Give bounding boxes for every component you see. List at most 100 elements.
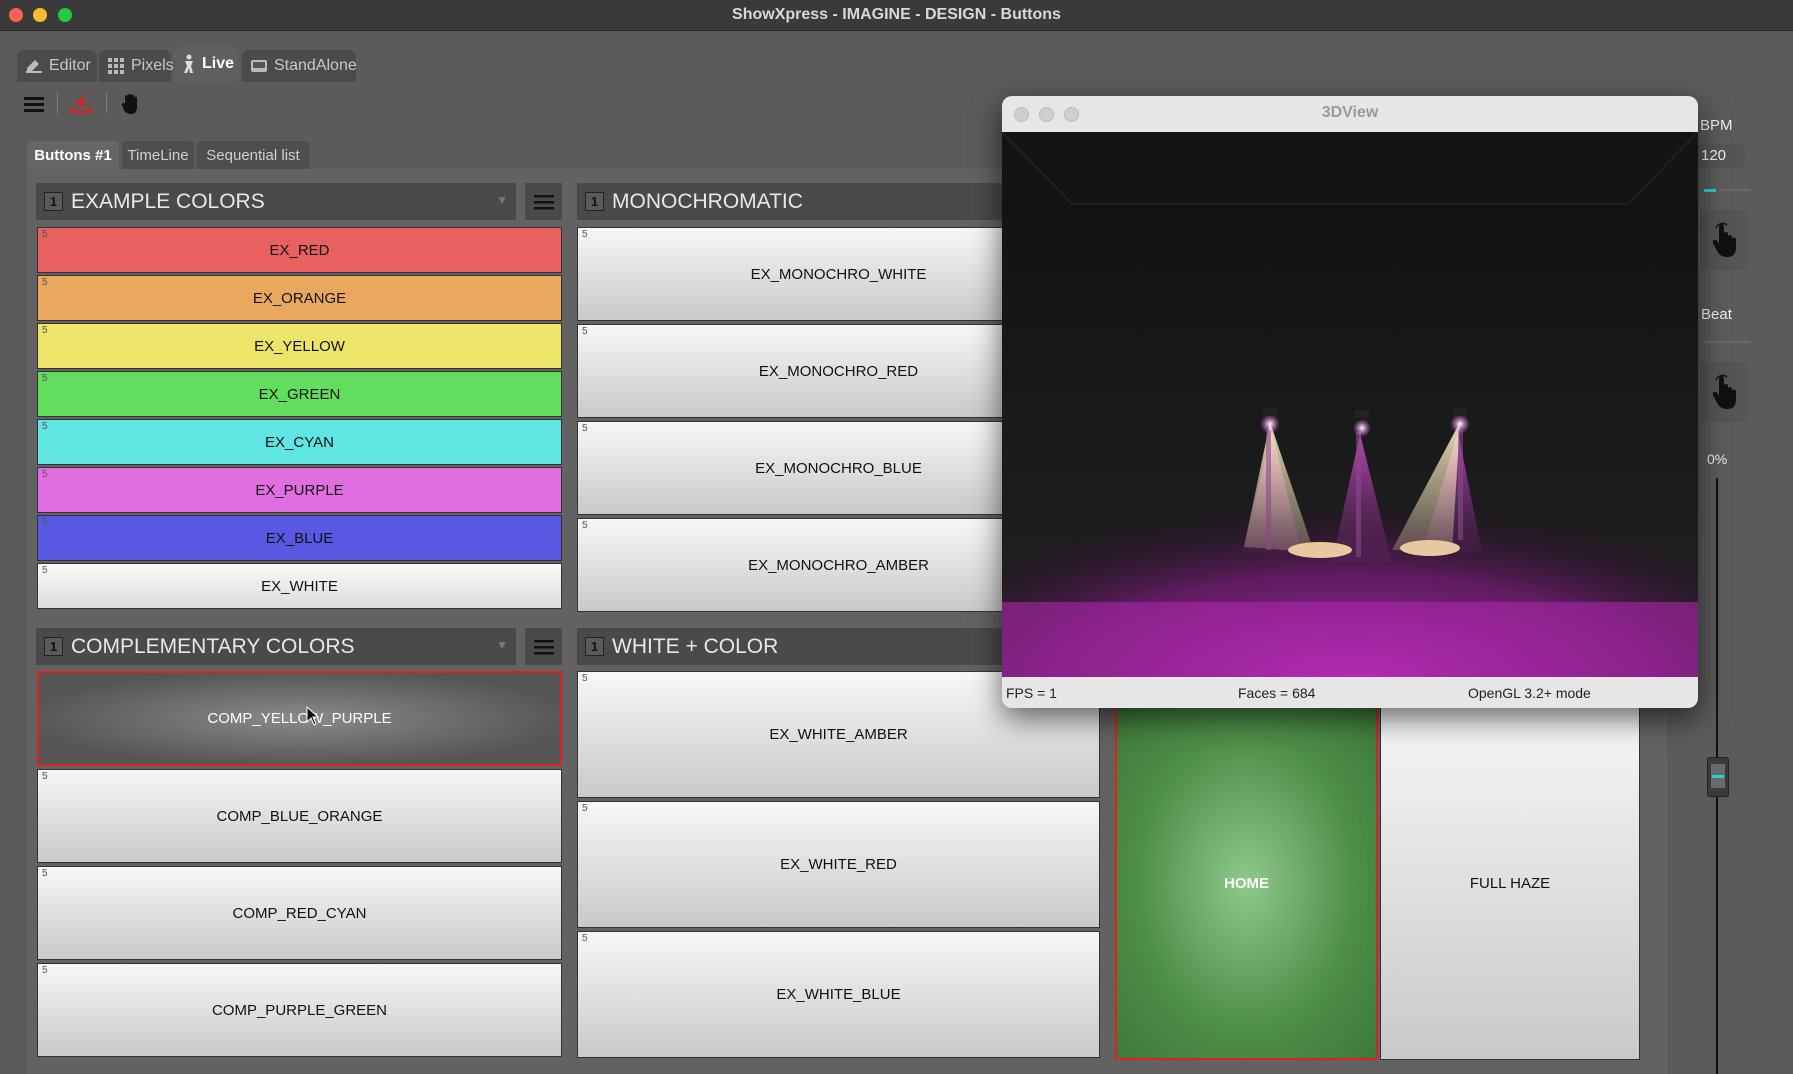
group-menu-button[interactable] bbox=[525, 628, 562, 665]
button-label: EX_PURPLE bbox=[255, 481, 344, 499]
pixels-grid-icon bbox=[108, 58, 124, 74]
button-corner-mark: 5 bbox=[42, 421, 48, 432]
download-icon[interactable] bbox=[68, 91, 94, 117]
bpm-input[interactable]: 120 bbox=[1697, 144, 1745, 168]
button-corner-mark: 5 bbox=[42, 373, 48, 384]
bpm-value: 120 bbox=[1701, 147, 1727, 164]
button-label: EX_WHITE_AMBER bbox=[769, 726, 908, 743]
color-button-ex-white[interactable]: 5 EX_WHITE bbox=[37, 563, 562, 609]
button-comp-red-cyan[interactable]: 5 COMP_RED_CYAN bbox=[37, 866, 562, 960]
button-corner-mark: 5 bbox=[42, 517, 48, 528]
button-ex-white-red[interactable]: 5 EX_WHITE_RED bbox=[577, 801, 1100, 928]
render-mode-readout: OpenGL 3.2+ mode bbox=[1468, 684, 1591, 701]
button-label: EX_CYAN bbox=[265, 433, 334, 451]
group-title: COMPLEMENTARY COLORS bbox=[71, 634, 355, 658]
color-button-ex-yellow[interactable]: 5 EX_YELLOW bbox=[37, 323, 562, 369]
3d-view-window[interactable]: 3DView FPS = 1 Faces = 684 OpenGL 3.2+ m… bbox=[1002, 96, 1698, 708]
toolbar-divider bbox=[57, 92, 58, 114]
button-corner-mark: 5 bbox=[42, 277, 48, 288]
beat-indicator-track bbox=[1704, 341, 1750, 343]
3d-stage-scene bbox=[1002, 132, 1698, 677]
subtab-timeline[interactable]: TimeLine bbox=[122, 141, 194, 169]
button-label: HOME bbox=[1224, 874, 1269, 892]
button-label: EX_WHITE bbox=[261, 577, 338, 595]
editor-icon bbox=[26, 60, 42, 73]
tap-bpm-button[interactable] bbox=[1700, 210, 1748, 270]
hamburger-menu-icon[interactable] bbox=[21, 91, 47, 117]
window-title: ShowXpress - IMAGINE - DESIGN - Buttons bbox=[732, 6, 1061, 23]
color-button-ex-cyan[interactable]: 5 EX_CYAN bbox=[37, 419, 562, 465]
button-full-haze[interactable]: FULL HAZE bbox=[1380, 706, 1640, 1060]
tab-editor-label: Editor bbox=[49, 57, 91, 74]
button-label: EX_RED bbox=[269, 241, 330, 259]
button-corner-mark: 5 bbox=[43, 674, 49, 685]
button-label: COMP_RED_CYAN bbox=[232, 904, 367, 922]
3d-view-status-bar: FPS = 1 Faces = 684 OpenGL 3.2+ mode bbox=[1002, 677, 1698, 708]
group-menu-button[interactable] bbox=[525, 183, 562, 220]
button-corner-mark: 5 bbox=[582, 933, 588, 944]
tap-hand-icon bbox=[1712, 222, 1736, 257]
chevron-down-icon[interactable]: ▼ bbox=[496, 638, 508, 652]
button-label: EX_MONOCHRO_AMBER bbox=[748, 556, 929, 574]
group-number: 1 bbox=[44, 637, 63, 656]
tab-live[interactable]: Live bbox=[174, 46, 239, 82]
master-fader-handle[interactable] bbox=[1707, 757, 1729, 797]
button-ex-white-blue[interactable]: 5 EX_WHITE_BLUE bbox=[577, 931, 1100, 1058]
group-title: MONOCHROMATIC bbox=[612, 189, 803, 213]
subtab-sequential-list[interactable]: Sequential list bbox=[197, 141, 309, 169]
master-percent: 0% bbox=[1707, 451, 1728, 467]
button-corner-mark: 5 bbox=[582, 326, 588, 337]
beat-label: Beat bbox=[1701, 306, 1732, 323]
button-label: COMP_BLUE_ORANGE bbox=[216, 807, 383, 825]
button-label: EX_BLUE bbox=[265, 529, 334, 547]
live-dancer-icon bbox=[184, 54, 193, 73]
bpm-label: BPM bbox=[1700, 117, 1733, 134]
button-home[interactable]: HOME bbox=[1115, 706, 1378, 1060]
button-label: EX_YELLOW bbox=[254, 337, 345, 355]
button-comp-blue-orange[interactable]: 5 COMP_BLUE_ORANGE bbox=[37, 769, 562, 863]
group-header-white-color[interactable]: 1 WHITE + COLOR bbox=[577, 628, 1007, 665]
hamburger-menu-icon bbox=[533, 639, 554, 654]
button-label: EX_MONOCHRO_RED bbox=[758, 362, 919, 380]
tab-editor[interactable]: Editor bbox=[17, 50, 97, 82]
button-corner-mark: 5 bbox=[582, 520, 588, 531]
mouse-cursor-icon bbox=[306, 706, 320, 726]
button-label: EX_MONOCHRO_WHITE bbox=[750, 265, 927, 283]
button-corner-mark: 5 bbox=[42, 229, 48, 240]
button-label: EX_GREEN bbox=[258, 385, 341, 403]
button-corner-mark: 5 bbox=[42, 565, 48, 576]
button-corner-mark: 5 bbox=[42, 965, 48, 976]
color-button-ex-orange[interactable]: 5 EX_ORANGE bbox=[37, 275, 562, 321]
tab-standalone-label: StandAlone bbox=[274, 57, 357, 74]
tab-pixels[interactable]: Pixels bbox=[99, 50, 174, 82]
button-label: EX_WHITE_RED bbox=[780, 856, 897, 873]
group-number: 1 bbox=[44, 192, 63, 211]
button-comp-yellow-purple[interactable]: 5 COMP_YELLOW_PURPLE bbox=[37, 671, 562, 766]
tab-live-label: Live bbox=[202, 55, 235, 72]
color-button-ex-purple[interactable]: 5 EX_PURPLE bbox=[37, 467, 562, 513]
button-corner-mark: 5 bbox=[42, 325, 48, 336]
button-label: EX_ORANGE bbox=[252, 289, 347, 307]
button-corner-mark: 5 bbox=[42, 771, 48, 782]
button-label: COMP_YELLOW_PURPLE bbox=[207, 710, 392, 727]
button-label: EX_WHITE_BLUE bbox=[776, 986, 901, 1003]
tap-beat-button[interactable] bbox=[1700, 362, 1748, 422]
bpm-indicator-track bbox=[1720, 189, 1750, 191]
chevron-down-icon[interactable]: ▼ bbox=[496, 193, 508, 207]
tap-hand-icon bbox=[1712, 374, 1736, 409]
group-header-monochromatic[interactable]: 1 MONOCHROMATIC bbox=[577, 183, 1007, 220]
hand-icon[interactable] bbox=[117, 91, 143, 117]
button-comp-purple-green[interactable]: 5 COMP_PURPLE_GREEN bbox=[37, 963, 562, 1057]
tab-standalone[interactable]: StandAlone bbox=[242, 50, 357, 82]
color-button-ex-red[interactable]: 5 EX_RED bbox=[37, 227, 562, 273]
group-header-complementary-colors[interactable]: 1 COMPLEMENTARY COLORS ▼ bbox=[36, 628, 516, 665]
group-title: WHITE + COLOR bbox=[612, 634, 779, 658]
group-number: 1 bbox=[585, 192, 604, 211]
color-button-ex-blue[interactable]: 5 EX_BLUE bbox=[37, 515, 562, 561]
group-header-example-colors[interactable]: 1 EXAMPLE COLORS ▼ bbox=[36, 183, 516, 220]
color-button-ex-green[interactable]: 5 EX_GREEN bbox=[37, 371, 562, 417]
standalone-device-icon bbox=[251, 60, 267, 72]
subtab-buttons-1[interactable]: Buttons #1 bbox=[27, 141, 119, 169]
button-corner-mark: 5 bbox=[582, 673, 588, 684]
button-label: FULL HAZE bbox=[1469, 874, 1551, 892]
